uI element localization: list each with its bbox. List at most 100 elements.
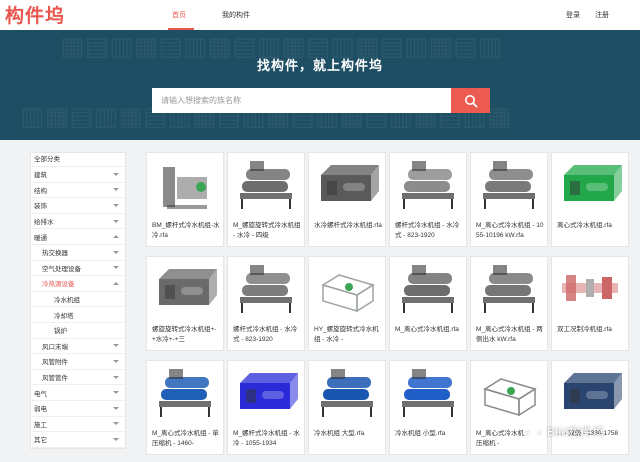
component-card[interactable]: M_离心式冷水机组 - 两侧出水 kW.rfa: [470, 256, 548, 351]
category-item[interactable]: 风管管件: [31, 370, 125, 386]
category-item[interactable]: 电气: [31, 385, 125, 401]
hero-title: 找构件，就上构件坞: [256, 58, 383, 73]
site-logo[interactable]: 构件坞: [5, 1, 65, 28]
component-card[interactable]: M_离心式冷水机组 - 单压缩机 -: [470, 360, 548, 455]
component-card[interactable]: 双工况制冷机组.rfa: [551, 256, 629, 351]
category-item[interactable]: 结构: [31, 183, 125, 199]
register-link[interactable]: 注册: [595, 10, 609, 20]
chevron-down-icon[interactable]: [113, 266, 119, 270]
component-card[interactable]: M_螺旋旋转式冷水机组 - 水冷 - 四级: [227, 152, 305, 247]
component-card[interactable]: BM_螺杆式冷水机组-水冷.rfa: [146, 152, 224, 247]
category-label: 风管附件: [42, 359, 68, 367]
search-input[interactable]: [152, 88, 451, 113]
chevron-down-icon[interactable]: [113, 422, 119, 426]
component-title[interactable]: M_离心式冷水机组.rfa: [395, 325, 464, 345]
category-item[interactable]: 冷水机组: [31, 292, 125, 308]
component-title[interactable]: HY_螺旋旋转式冷水机组 - 水冷 -: [314, 325, 383, 345]
hero-banner: ▦▤▥▦▤▥▦▤▥▦▤▥▦▤▥▦▤▥ ▥▦▤▥▦▤▥▦▤▥▦▤▥▦▤▥▦▤▥▦ …: [0, 30, 640, 140]
category-label: 风管管件: [42, 375, 68, 383]
category-item[interactable]: 弱电: [31, 401, 125, 417]
category-item[interactable]: 施工: [31, 417, 125, 433]
category-label: 空气处理设备: [42, 265, 81, 273]
category-label: 其它: [34, 437, 47, 445]
category-label: 装饰: [34, 203, 47, 211]
nav-my-components[interactable]: 我的构件: [222, 10, 250, 20]
category-item[interactable]: 冷却塔: [31, 307, 125, 323]
watermark-text: BIM构件坞: [547, 425, 605, 439]
component-title[interactable]: M_螺杆式冷水机组 - 水冷 - 1055-1934: [233, 429, 302, 449]
category-label: 电气: [34, 390, 47, 398]
category-item[interactable]: 锅炉: [31, 323, 125, 339]
chevron-down-icon[interactable]: [113, 391, 119, 395]
category-sidebar: 全部分类 建筑 结构装饰给排水暖通热交换器空气处理设备冷热源设备冷水机组冷却塔锅炉…: [30, 152, 126, 449]
component-title[interactable]: 双工况制冷机组.rfa: [557, 325, 626, 345]
chiller-icon: [483, 161, 535, 209]
component-title[interactable]: M_离心式冷水机组 - 两侧出水 kW.rfa: [476, 325, 545, 345]
chiller-icon: [321, 165, 379, 201]
login-link[interactable]: 登录: [566, 10, 580, 20]
category-item[interactable]: 冷热源设备: [31, 276, 125, 292]
category-item[interactable]: 建筑: [31, 167, 125, 183]
component-card[interactable]: 螺杆式冷水机组 - 水冷式 - 823-1920: [227, 256, 305, 351]
component-card[interactable]: ... - 双级 - 1336-1758: [551, 360, 629, 455]
category-item[interactable]: 装饰: [31, 198, 125, 214]
search-bar: [152, 88, 490, 113]
content-area: 全部分类 建筑 结构装饰给排水暖通热交换器空气处理设备冷热源设备冷水机组冷却塔锅炉…: [0, 140, 640, 462]
category-item[interactable]: 其它: [31, 432, 125, 448]
chevron-down-icon[interactable]: [113, 375, 119, 379]
chiller-icon: [564, 373, 622, 409]
component-card[interactable]: 离心式冷水机组.rfa: [551, 152, 629, 247]
chevron-down-icon[interactable]: [113, 344, 119, 348]
category-label: 给排水: [34, 219, 54, 227]
category-label: 冷水机组: [54, 297, 80, 305]
chevron-down-icon[interactable]: [113, 219, 119, 223]
chiller-icon: [483, 378, 537, 417]
chevron-up-icon[interactable]: [113, 235, 119, 239]
chevron-down-icon[interactable]: [113, 188, 119, 192]
component-card[interactable]: M_离心式冷水机组.rfa: [389, 256, 467, 351]
component-card[interactable]: 冷水机组 小型.rfa: [389, 360, 467, 455]
chevron-down-icon[interactable]: [113, 203, 119, 207]
chevron-down-icon[interactable]: [113, 406, 119, 410]
chiller-icon: [564, 165, 622, 201]
component-title[interactable]: 水冷螺杆式冷水机组.rfa: [314, 221, 383, 241]
category-item[interactable]: 暖通: [31, 229, 125, 245]
category-header[interactable]: 全部分类: [31, 153, 125, 167]
component-card[interactable]: M_离心式冷水机组 - 单压缩机 - 1460-: [146, 360, 224, 455]
nav-home[interactable]: 首页: [172, 10, 186, 20]
component-title[interactable]: M_螺旋旋转式冷水机组 - 水冷 - 四级: [233, 221, 302, 241]
category-label: 施工: [34, 421, 47, 429]
component-title[interactable]: 冷水机组 大型.rfa: [314, 429, 383, 449]
chevron-down-icon[interactable]: [113, 250, 119, 254]
category-item[interactable]: 空气处理设备: [31, 261, 125, 277]
category-label: 冷却塔: [54, 312, 74, 320]
component-card[interactable]: M_螺杆式冷水机组 - 水冷 - 1055-1934: [227, 360, 305, 455]
component-title[interactable]: 螺旋旋转式冷水机组+-+水冷+-+三: [152, 325, 221, 345]
category-item[interactable]: 热交换器: [31, 245, 125, 261]
component-title[interactable]: M_离心式冷水机组 - 单压缩机 - 1460-: [152, 429, 221, 449]
chevron-down-icon[interactable]: [113, 359, 119, 363]
component-card[interactable]: M_离心式冷水机组 - 1055-10196 kW.rfa: [470, 152, 548, 247]
component-title[interactable]: M_离心式冷水机组 - 1055-10196 kW.rfa: [476, 221, 545, 241]
component-card[interactable]: 螺旋旋转式冷水机组+-+水冷+-+三: [146, 256, 224, 351]
chiller-icon: [402, 369, 454, 417]
chevron-down-icon[interactable]: [113, 172, 119, 176]
chevron-up-icon[interactable]: [113, 281, 119, 285]
category-label: 热交换器: [42, 250, 68, 258]
component-title[interactable]: 离心式冷水机组.rfa: [557, 221, 626, 241]
component-title[interactable]: 螺杆式冷水机组 - 水冷式 - 823-1920: [233, 325, 302, 345]
component-title[interactable]: 冷水机组 小型.rfa: [395, 429, 464, 449]
component-title[interactable]: BM_螺杆式冷水机组-水冷.rfa: [152, 221, 221, 241]
category-item[interactable]: 给排水: [31, 214, 125, 230]
component-title[interactable]: 螺杆式冷水机组 - 水冷式 - 823-1920: [395, 221, 464, 241]
component-card[interactable]: 螺杆式冷水机组 - 水冷式 - 823-1920: [389, 152, 467, 247]
search-button[interactable]: [451, 88, 490, 113]
category-item[interactable]: 风管附件: [31, 354, 125, 370]
chiller-icon: [321, 369, 373, 417]
component-card[interactable]: 冷水机组 大型.rfa: [308, 360, 386, 455]
top-nav: 构件坞 首页 我的构件 登录 注册: [0, 0, 640, 30]
chevron-down-icon[interactable]: [113, 437, 119, 441]
component-card[interactable]: 水冷螺杆式冷水机组.rfa: [308, 152, 386, 247]
component-card[interactable]: HY_螺旋旋转式冷水机组 - 水冷 -: [308, 256, 386, 351]
category-item[interactable]: 风口末端: [31, 339, 125, 355]
